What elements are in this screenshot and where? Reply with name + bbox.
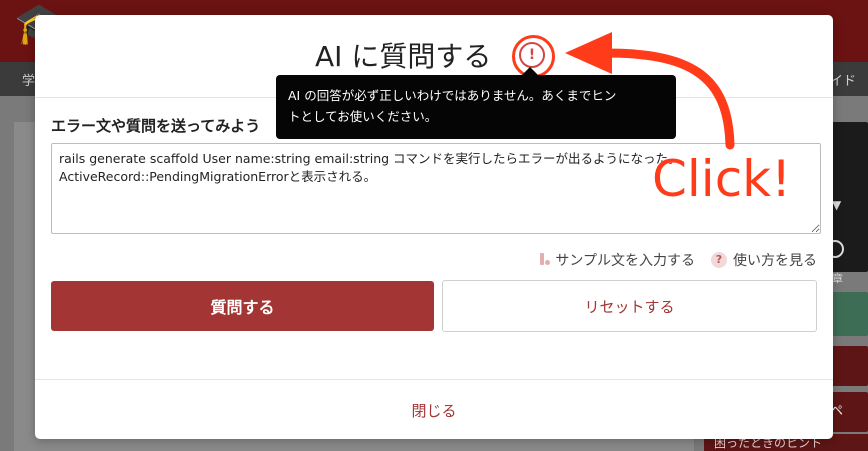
- help-icon: ?: [711, 252, 727, 268]
- tooltip-arrow: [522, 67, 538, 75]
- ai-question-modal: AI に質問する ! AI の回答が必ず正しいわけではありません。あくまでヒン …: [35, 15, 833, 439]
- side-button-green: [830, 292, 868, 336]
- nav-item: 学: [22, 74, 36, 89]
- question-label: エラー文や質問を送ってみよう: [51, 117, 261, 135]
- sample-link-label: サンプル文を入力する: [555, 253, 695, 269]
- close-button[interactable]: 閉じる: [35, 400, 833, 421]
- how-to-use-link[interactable]: ? 使い方を見る: [711, 250, 817, 270]
- modal-footer: 閉じる: [35, 379, 833, 440]
- helper-links: サンプル文を入力する ? 使い方を見る: [539, 250, 817, 270]
- tooltip-line: トとしてお使いください。: [288, 109, 438, 124]
- chevron-down-icon: ▼: [832, 198, 842, 212]
- sample-icon: [539, 253, 551, 267]
- reset-button[interactable]: リセットする: [442, 280, 817, 332]
- how-to-use-label: 使い方を見る: [733, 253, 817, 269]
- sample-text-link[interactable]: サンプル文を入力する: [539, 250, 695, 270]
- side-chapter-text: 章: [832, 272, 843, 285]
- nav-item-guide: イド: [829, 74, 856, 89]
- side-button: [830, 346, 868, 386]
- disclaimer-tooltip: AI の回答が必ず正しいわけではありません。あくまでヒン トとしてお使いください…: [276, 75, 676, 139]
- modal-title: AI に質問する: [315, 40, 492, 73]
- click-annotation-text: Click!: [652, 150, 792, 208]
- tooltip-line: AI の回答が必ず正しいわけではありません。あくまでヒン: [288, 88, 617, 103]
- submit-question-button[interactable]: 質問する: [51, 281, 434, 331]
